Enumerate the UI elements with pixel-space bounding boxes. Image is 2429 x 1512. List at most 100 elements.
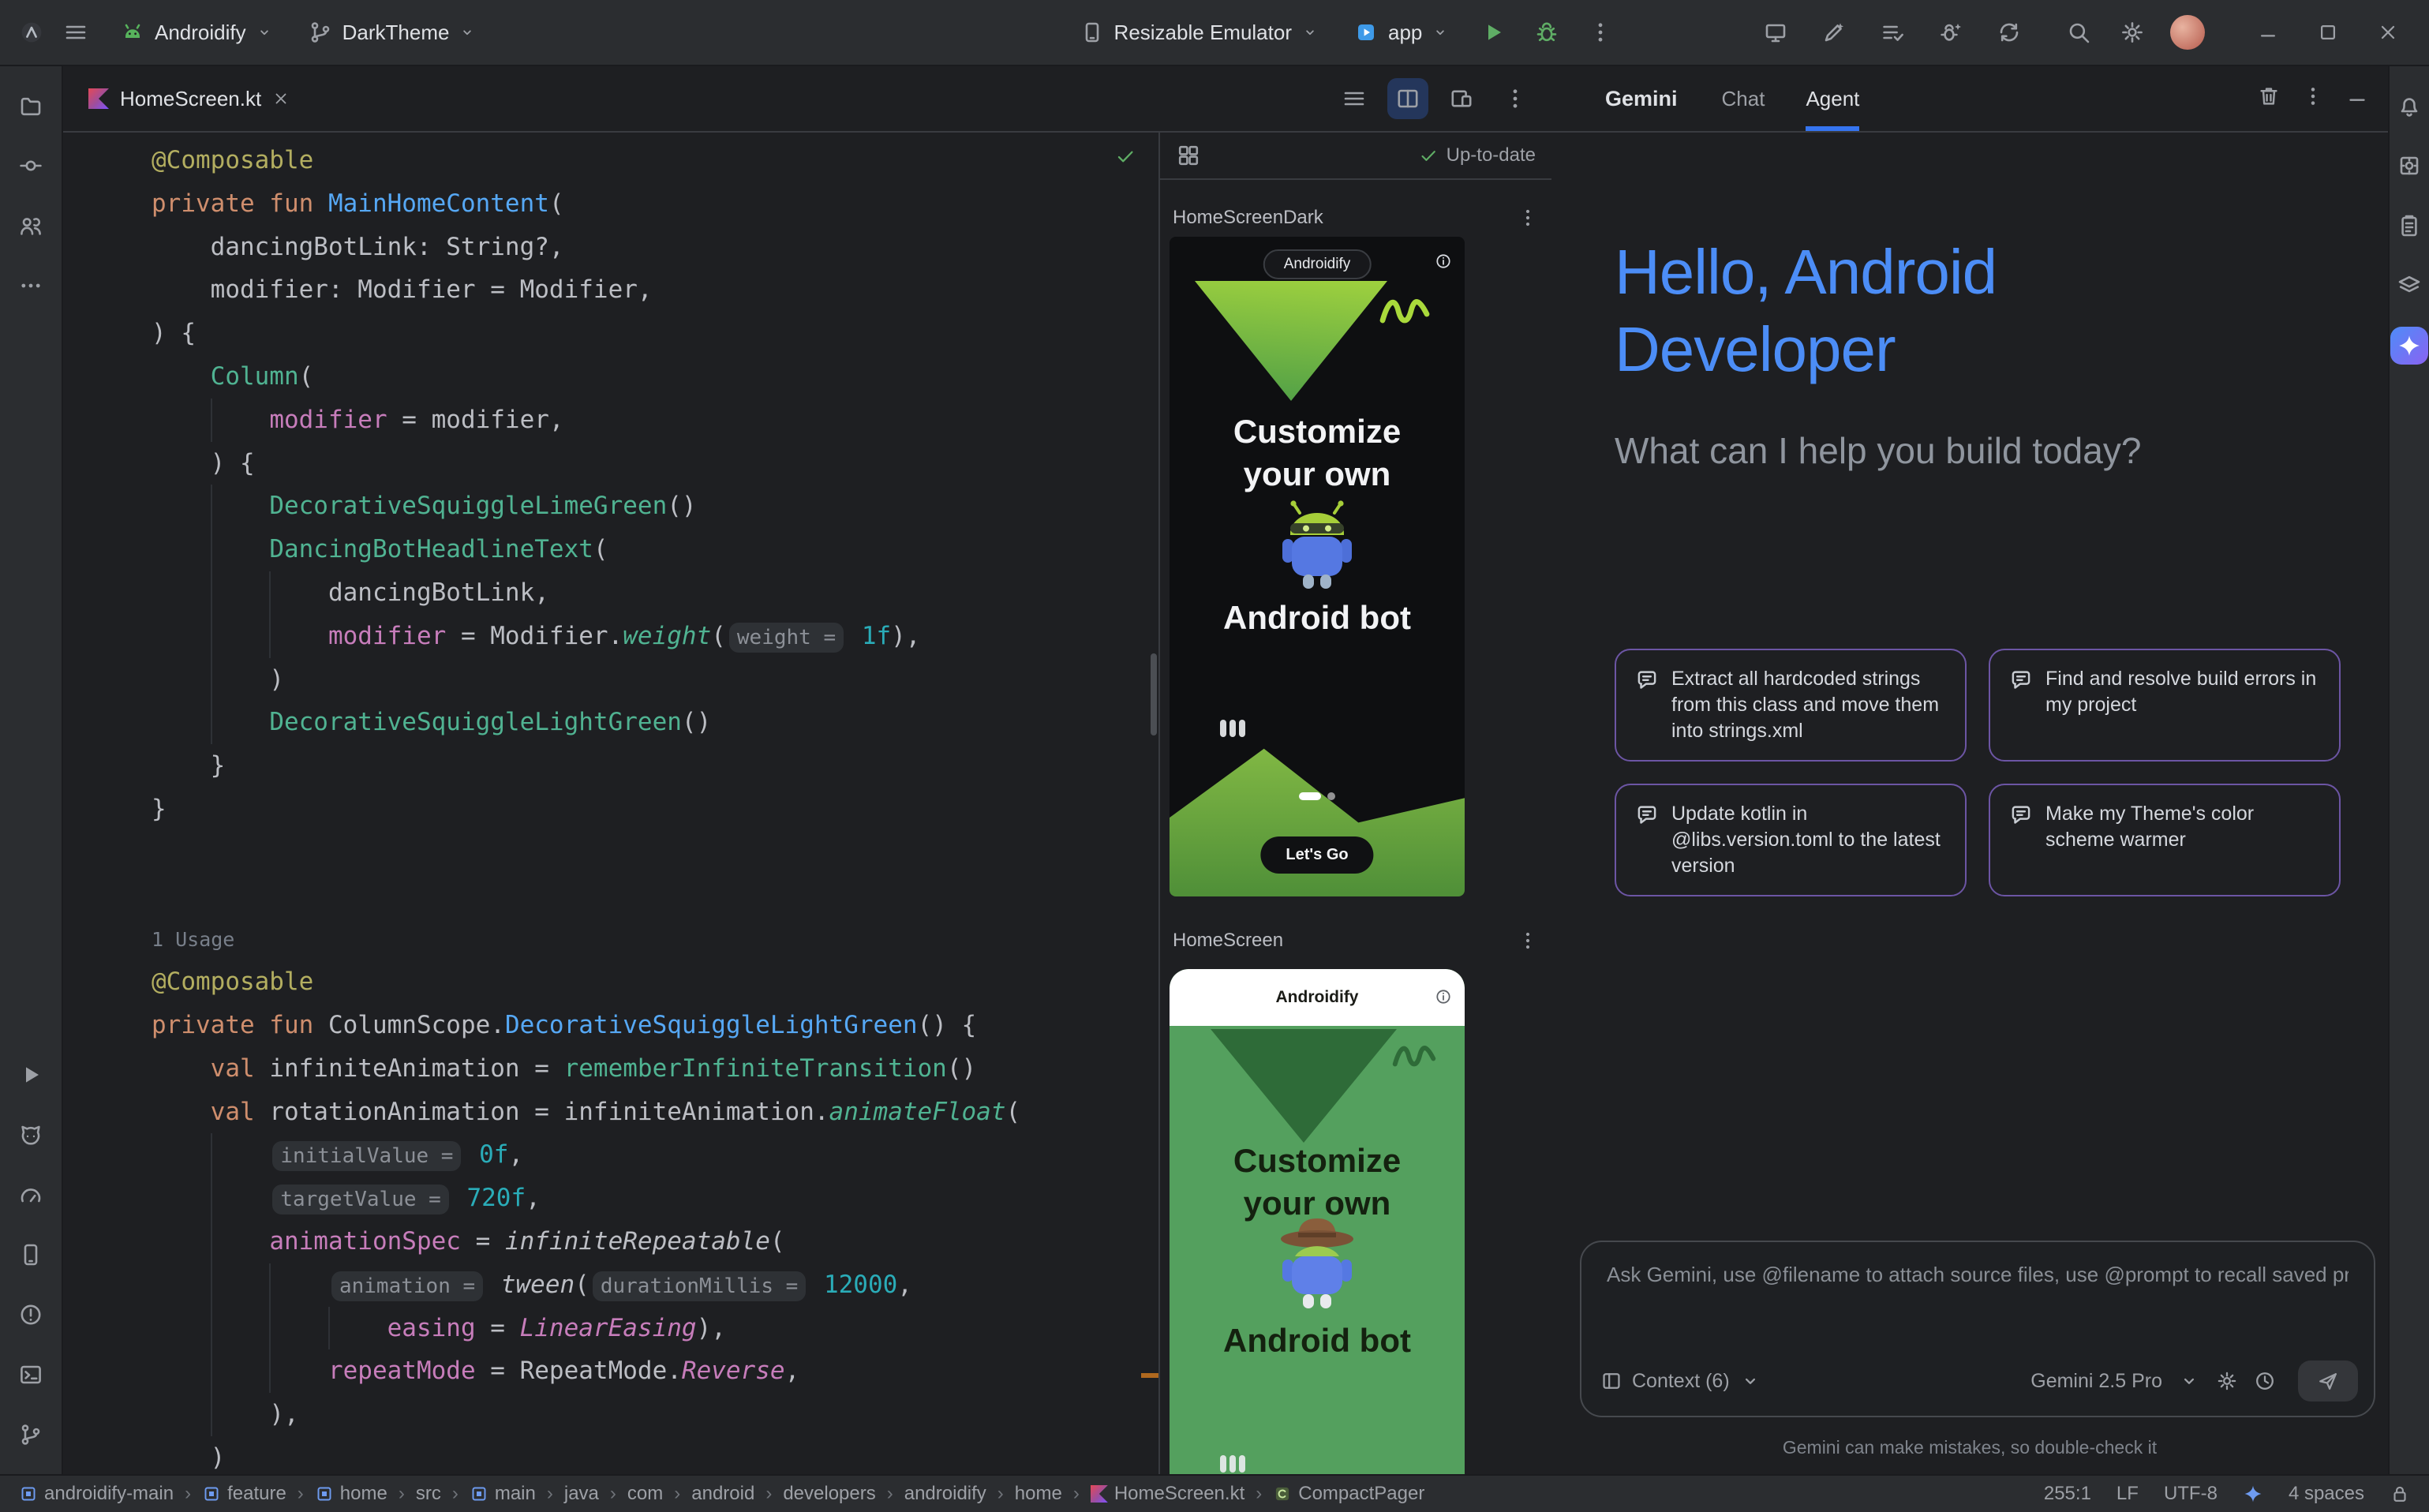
code-line[interactable]: val infiniteAnimation = rememberInfinite… bbox=[152, 1047, 1158, 1091]
code-line[interactable]: 1 Usage bbox=[152, 917, 1158, 960]
split-editor-mode-button[interactable] bbox=[1387, 78, 1428, 119]
hide-gemini-panel-button[interactable] bbox=[2345, 84, 2369, 114]
code-line[interactable]: ) bbox=[152, 1436, 1158, 1474]
suggestion-card[interactable]: Make my Theme's color scheme warmer bbox=[1989, 784, 2341, 896]
preview-options-icon[interactable] bbox=[1517, 930, 1539, 952]
line-separator-widget[interactable]: LF bbox=[2116, 1483, 2139, 1505]
gemini-prompt-input[interactable]: Ask Gemini, use @filename to attach sour… bbox=[1580, 1241, 2375, 1417]
user-avatar[interactable] bbox=[2170, 15, 2205, 50]
editor-view-list-button[interactable] bbox=[1334, 78, 1375, 119]
code-line[interactable]: ), bbox=[152, 1393, 1158, 1436]
ui-check-mode-button[interactable] bbox=[1441, 78, 1482, 119]
suggestion-card[interactable]: Find and resolve build errors in my proj… bbox=[1989, 649, 2341, 762]
code-line[interactable]: animation = tween(durationMillis = 12000… bbox=[152, 1263, 1158, 1307]
editor-more-actions-button[interactable] bbox=[1495, 78, 1536, 119]
preview-homescreen[interactable]: Androidify Customize your own bbox=[1170, 969, 1465, 1474]
code-line[interactable]: dancingBotLink: String?, bbox=[152, 226, 1158, 269]
tool-version-control[interactable] bbox=[6, 1409, 56, 1460]
code-line[interactable]: modifier = modifier, bbox=[152, 399, 1158, 442]
breadcrumb-item-androidify-main[interactable]: androidify-main bbox=[19, 1483, 174, 1505]
code-line[interactable] bbox=[152, 874, 1158, 918]
code-line[interactable]: private fun MainHomeContent( bbox=[152, 182, 1158, 226]
code-line[interactable]: modifier: Modifier = Modifier, bbox=[152, 268, 1158, 312]
model-selector[interactable]: Gemini 2.5 Pro bbox=[2030, 1370, 2162, 1393]
tool-running-devices[interactable] bbox=[6, 1229, 56, 1280]
device-mirroring-button[interactable] bbox=[1753, 10, 1798, 54]
vcs-branch-selector[interactable]: DarkTheme bbox=[295, 13, 489, 51]
clear-conversation-button[interactable] bbox=[2257, 84, 2281, 114]
encoding-widget[interactable]: UTF-8 bbox=[2164, 1483, 2218, 1505]
debug-button[interactable] bbox=[1525, 10, 1569, 54]
code-line[interactable]: ) bbox=[152, 658, 1158, 702]
tool-notifications[interactable] bbox=[2390, 87, 2428, 125]
lets-go-button[interactable]: Let's Go bbox=[1260, 836, 1373, 874]
gemini-settings-icon[interactable] bbox=[2216, 1370, 2238, 1392]
code-line[interactable]: DecorativeSquiggleLightGreen() bbox=[152, 701, 1158, 744]
code-line[interactable]: dancingBotLink, bbox=[152, 571, 1158, 615]
breadcrumb-item-main[interactable]: main bbox=[470, 1483, 536, 1505]
search-everywhere-button[interactable] bbox=[2057, 10, 2101, 54]
code-line[interactable]: DecorativeSquiggleLimeGreen() bbox=[152, 485, 1158, 528]
settings-button[interactable] bbox=[2110, 10, 2154, 54]
run-button[interactable] bbox=[1471, 10, 1515, 54]
code-line[interactable]: targetValue = 720f, bbox=[152, 1177, 1158, 1220]
history-icon[interactable] bbox=[2254, 1370, 2276, 1392]
suggestion-card[interactable]: Update kotlin in @libs.version.toml to t… bbox=[1615, 784, 1967, 896]
code-line[interactable] bbox=[152, 831, 1158, 874]
gemini-more-options-button[interactable] bbox=[2301, 84, 2325, 114]
tool-app-quality-insights[interactable] bbox=[2390, 207, 2428, 245]
code-editor[interactable]: @Composableprivate fun MainHomeContent( … bbox=[63, 133, 1160, 1474]
breadcrumb-item-feature[interactable]: feature bbox=[202, 1483, 286, 1505]
code-line[interactable]: } bbox=[152, 788, 1158, 831]
breadcrumb-item-android[interactable]: android bbox=[691, 1483, 754, 1505]
tab-agent[interactable]: Agent bbox=[1806, 66, 1859, 131]
code-line[interactable]: DancingBotHeadlineText( bbox=[152, 528, 1158, 571]
breadcrumb-item-CompactPager[interactable]: CompactPager bbox=[1273, 1483, 1424, 1505]
project-selector[interactable]: Androidify bbox=[107, 13, 286, 51]
code-line[interactable]: ) { bbox=[152, 442, 1158, 485]
indent-widget[interactable]: 4 spaces bbox=[2289, 1483, 2364, 1505]
send-prompt-button[interactable] bbox=[2298, 1360, 2358, 1402]
breadcrumb-item-home[interactable]: home bbox=[315, 1483, 387, 1505]
readonly-lock-icon[interactable] bbox=[2390, 1484, 2410, 1504]
tool-terminal[interactable] bbox=[6, 1349, 56, 1400]
breadcrumb-item-src[interactable]: src bbox=[416, 1483, 441, 1505]
gemini-code-assist-button[interactable] bbox=[1812, 10, 1856, 54]
code-line[interactable]: @Composable bbox=[152, 960, 1158, 1004]
breadcrumb-item-developers[interactable]: developers bbox=[783, 1483, 875, 1505]
tool-profiler[interactable] bbox=[6, 1170, 56, 1220]
close-tab-icon[interactable] bbox=[272, 90, 290, 107]
tool-problems[interactable] bbox=[6, 1289, 56, 1340]
tool-project[interactable] bbox=[6, 80, 56, 131]
code-line[interactable]: initialValue = 0f, bbox=[152, 1133, 1158, 1177]
close-window-button[interactable] bbox=[2366, 10, 2410, 54]
code-line[interactable]: easing = LinearEasing), bbox=[152, 1307, 1158, 1350]
maximize-window-button[interactable] bbox=[2306, 10, 2350, 54]
run-configuration-selector[interactable]: app bbox=[1341, 13, 1462, 51]
sync-project-button[interactable] bbox=[1987, 10, 2031, 54]
minimize-window-button[interactable] bbox=[2246, 10, 2290, 54]
gemini-debug-button[interactable] bbox=[1929, 10, 1973, 54]
breadcrumb-item-home[interactable]: home bbox=[1015, 1483, 1062, 1505]
tool-commit[interactable] bbox=[6, 140, 56, 191]
tab-chat[interactable]: Chat bbox=[1722, 66, 1765, 131]
breadcrumb-item-androidify[interactable]: androidify bbox=[904, 1483, 986, 1505]
code-line[interactable]: private fun ColumnScope.DecorativeSquigg… bbox=[152, 1004, 1158, 1047]
task-list-button[interactable] bbox=[1870, 10, 1914, 54]
tool-structure[interactable] bbox=[6, 200, 56, 251]
code-line[interactable]: modifier = Modifier.weight(weight = 1f), bbox=[152, 615, 1158, 658]
tool-layout-inspector[interactable] bbox=[2390, 147, 2428, 185]
tool-run[interactable] bbox=[6, 1050, 56, 1100]
code-line[interactable]: animationSpec = infiniteRepeatable( bbox=[152, 1220, 1158, 1263]
code-line[interactable]: } bbox=[152, 744, 1158, 788]
code-line[interactable]: val rotationAnimation = infiniteAnimatio… bbox=[152, 1091, 1158, 1134]
preview-options-icon[interactable] bbox=[1517, 207, 1539, 229]
tool-build-variants[interactable] bbox=[2390, 267, 2428, 305]
suggestion-card[interactable]: Extract all hardcoded strings from this … bbox=[1615, 649, 1967, 762]
more-run-actions-button[interactable] bbox=[1578, 10, 1622, 54]
preview-homescreendark[interactable]: Androidify Customize your own bbox=[1170, 237, 1465, 896]
main-menu-button[interactable] bbox=[54, 10, 98, 54]
gemini-status-icon[interactable] bbox=[2243, 1484, 2263, 1504]
editor-scrollbar[interactable] bbox=[1151, 653, 1157, 735]
tool-more-tool-windows[interactable] bbox=[6, 260, 56, 311]
